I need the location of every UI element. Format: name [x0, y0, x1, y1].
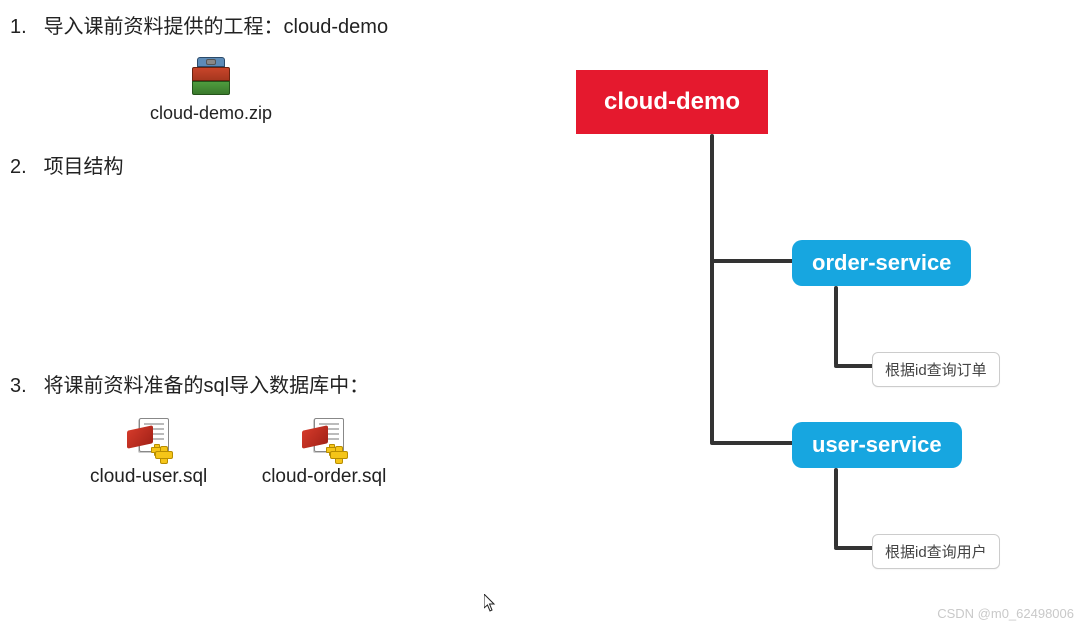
- connector-line: [710, 134, 714, 444]
- step-1-text: 导入课前资料提供的工程：cloud-demo: [44, 16, 389, 38]
- connector-line: [710, 441, 794, 445]
- connector-line: [710, 259, 794, 263]
- connector-line: [834, 468, 838, 548]
- zip-file: cloud-demo.zip: [150, 57, 272, 124]
- step-1: 1. 导入课前资料提供的工程：cloud-demo: [10, 10, 560, 39]
- sql-files-row: cloud-user.sql cloud-order.sql: [10, 418, 560, 488]
- step-3-num: 3.: [10, 375, 38, 398]
- step-3: 3. 将课前资料准备的sql导入数据库中：: [10, 369, 560, 398]
- tree-order-leaf: 根据id查询订单: [872, 352, 1000, 387]
- step-3-text: 将课前资料准备的sql导入数据库中：: [44, 375, 370, 397]
- watermark: CSDN @m0_62498006: [937, 606, 1074, 621]
- archive-icon: [191, 57, 231, 99]
- zip-file-label: cloud-demo.zip: [150, 103, 272, 124]
- sql-user-label: cloud-user.sql: [90, 466, 207, 488]
- step-2-text: 项目结构: [44, 156, 124, 178]
- mouse-cursor-icon: [484, 594, 496, 612]
- project-tree-diagram: cloud-demo order-service 根据id查询订单 user-s…: [576, 70, 1076, 610]
- sql-file-icon: [127, 418, 171, 462]
- connector-line: [834, 546, 874, 550]
- connector-line: [834, 286, 838, 366]
- sql-user-file: cloud-user.sql: [90, 418, 207, 488]
- sql-file-icon: [302, 418, 346, 462]
- connector-line: [834, 364, 874, 368]
- tree-user-service-node: user-service: [792, 422, 962, 468]
- step-2-num: 2.: [10, 156, 38, 179]
- step-2: 2. 项目结构: [10, 150, 560, 179]
- tree-root-node: cloud-demo: [576, 70, 768, 134]
- sql-order-file: cloud-order.sql: [262, 418, 387, 488]
- tree-user-leaf: 根据id查询用户: [872, 534, 1000, 569]
- sql-order-label: cloud-order.sql: [262, 466, 387, 488]
- step-1-num: 1.: [10, 16, 38, 39]
- tree-order-service-node: order-service: [792, 240, 971, 286]
- instructions-panel: 1. 导入课前资料提供的工程：cloud-demo cloud-demo.zip…: [10, 10, 560, 488]
